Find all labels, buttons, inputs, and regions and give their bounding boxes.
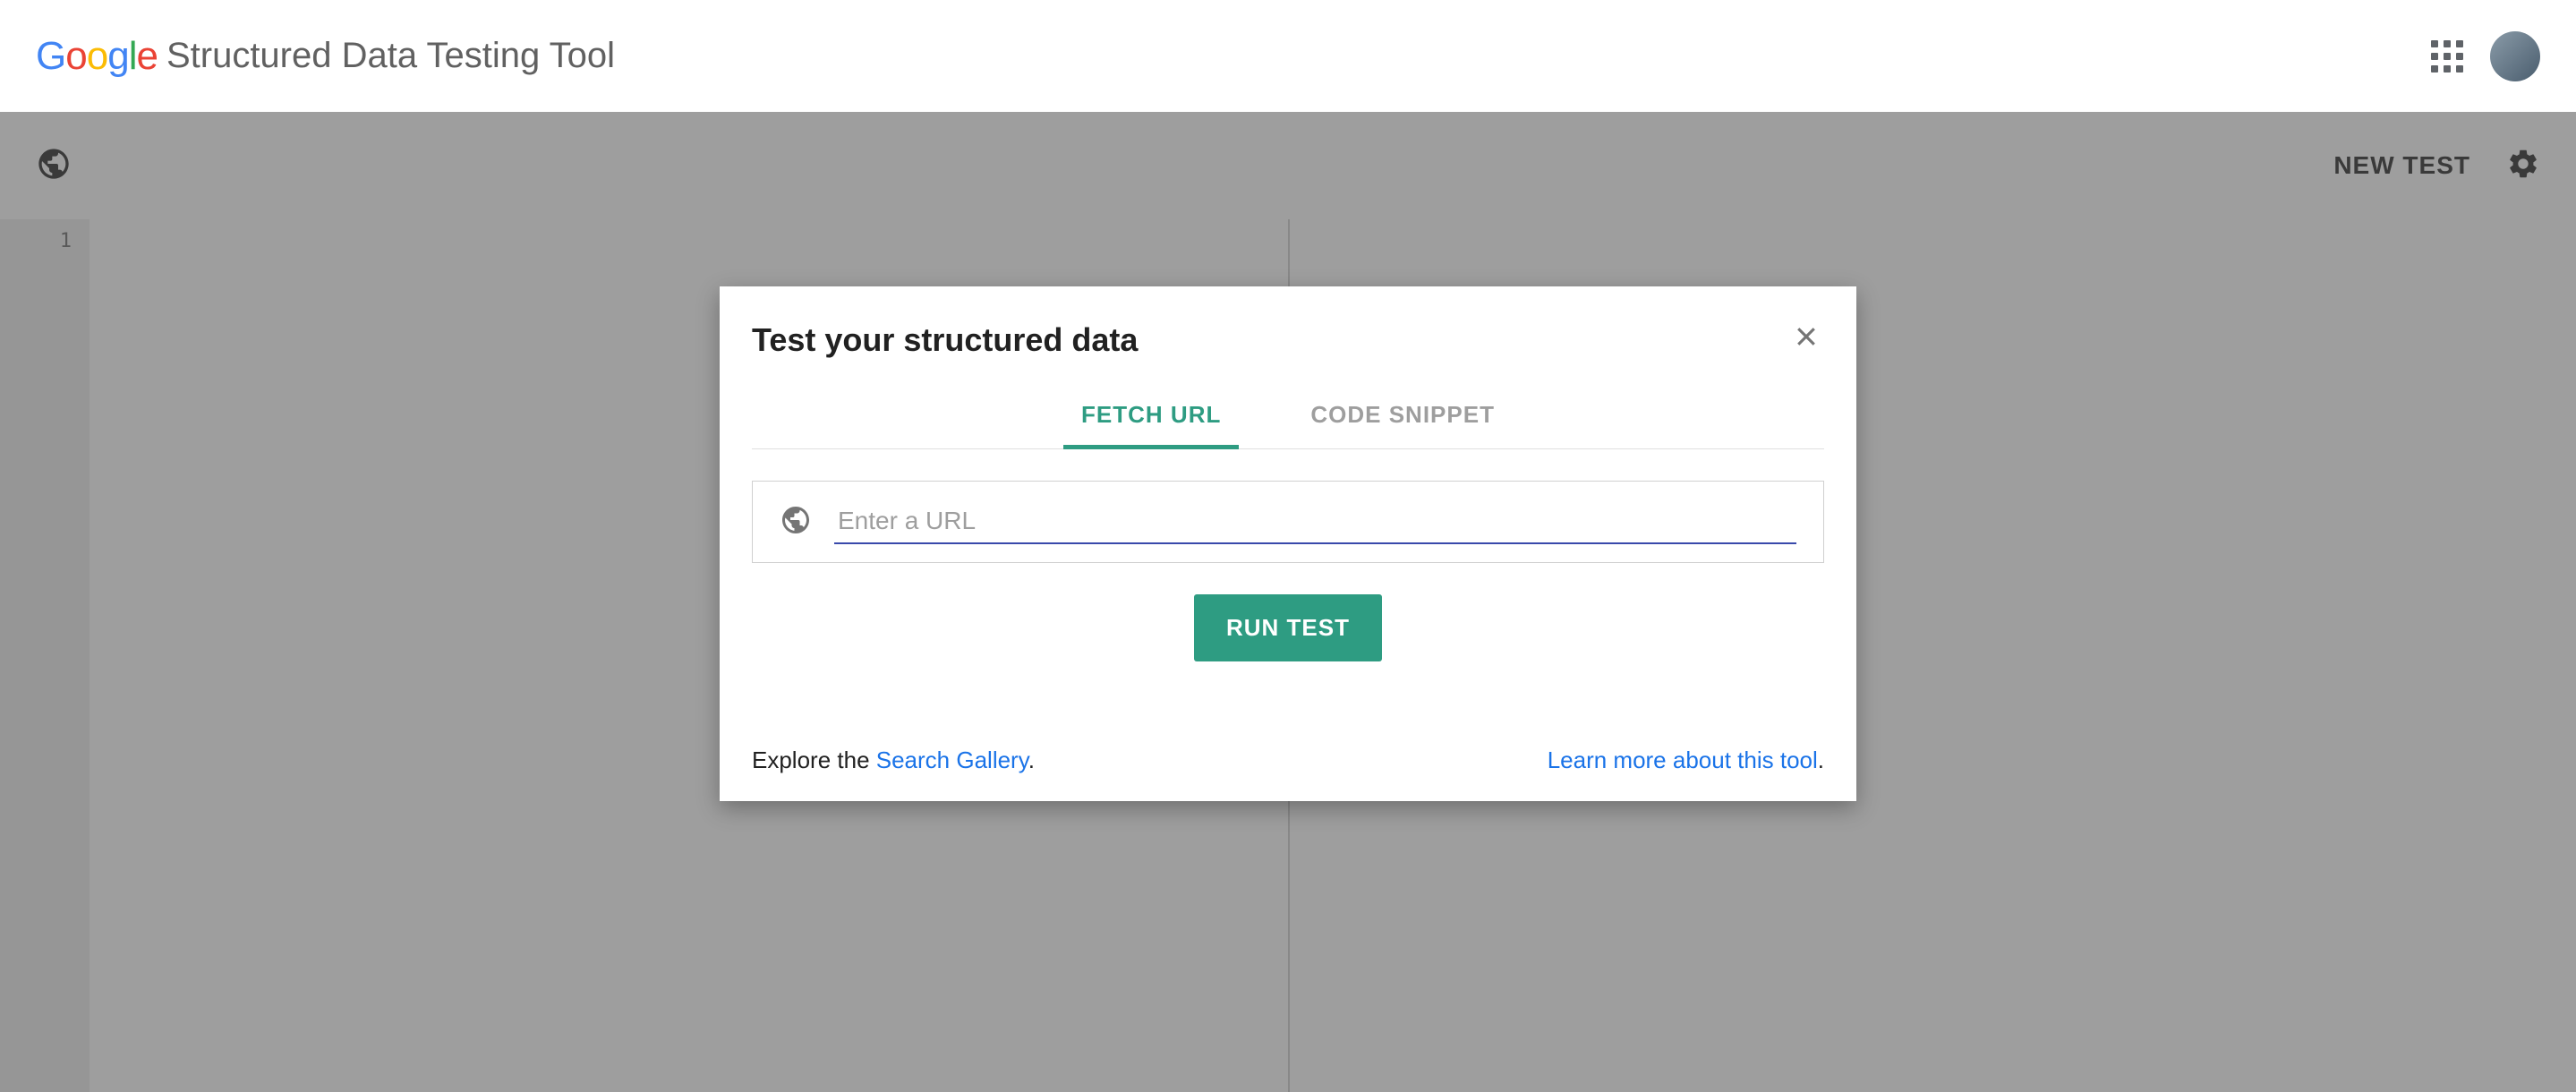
search-gallery-link[interactable]: Search Gallery bbox=[876, 746, 1028, 773]
modal-footer: Explore the Search Gallery. Learn more a… bbox=[752, 746, 1824, 774]
app-title: Structured Data Testing Tool bbox=[166, 36, 615, 76]
url-input[interactable] bbox=[834, 499, 1796, 544]
learn-more-text: Learn more about this tool. bbox=[1548, 746, 1824, 774]
modal: Test your structured data FETCH URL CODE… bbox=[720, 286, 1856, 801]
explore-text: Explore the Search Gallery. bbox=[752, 746, 1035, 774]
apps-icon[interactable] bbox=[2431, 40, 2463, 73]
url-input-wrapper bbox=[752, 481, 1824, 563]
tab-fetch-url[interactable]: FETCH URL bbox=[1063, 388, 1239, 449]
top-header: Google Structured Data Testing Tool bbox=[0, 0, 2576, 112]
modal-overlay: Test your structured data FETCH URL CODE… bbox=[0, 112, 2576, 1092]
run-button-wrapper: RUN TEST bbox=[752, 594, 1824, 661]
globe-icon bbox=[780, 504, 812, 541]
google-logo: Google bbox=[36, 34, 158, 79]
modal-title: Test your structured data bbox=[752, 321, 1138, 359]
avatar[interactable] bbox=[2490, 31, 2540, 81]
learn-more-link[interactable]: Learn more about this tool bbox=[1548, 746, 1818, 773]
header-right bbox=[2431, 31, 2540, 81]
tab-code-snippet[interactable]: CODE SNIPPET bbox=[1292, 388, 1513, 449]
close-icon[interactable] bbox=[1788, 319, 1824, 362]
modal-tabs: FETCH URL CODE SNIPPET bbox=[752, 388, 1824, 449]
modal-header: Test your structured data bbox=[752, 319, 1824, 362]
run-test-button[interactable]: RUN TEST bbox=[1194, 594, 1382, 661]
logo-title: Google Structured Data Testing Tool bbox=[36, 34, 615, 79]
